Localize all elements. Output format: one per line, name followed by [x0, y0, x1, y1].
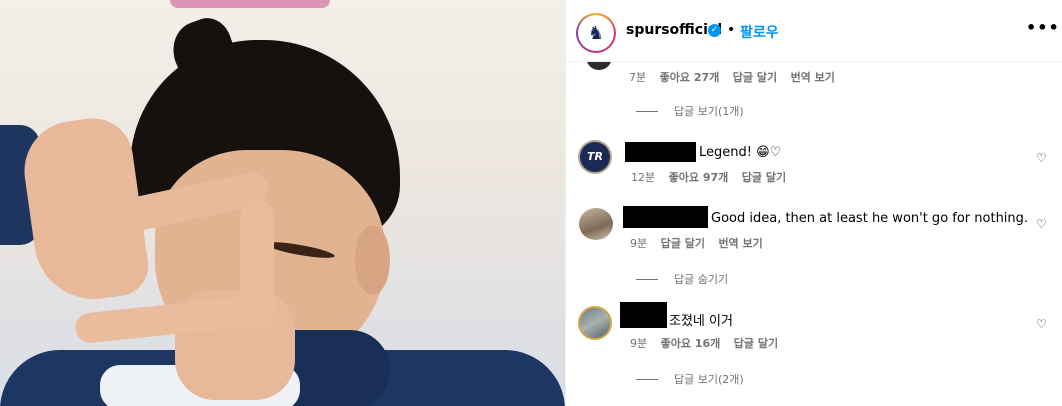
- view-replies-button[interactable]: 답글 보기(2개): [636, 371, 744, 387]
- more-options-icon[interactable]: •••: [1026, 18, 1060, 37]
- comment-time: 12분: [631, 171, 656, 184]
- comment-likes[interactable]: 좋아요 16개: [661, 337, 721, 350]
- comment-meta: 7분 좋아요 27개 답글 달기 번역 보기: [629, 69, 845, 85]
- follow-button[interactable]: 팔로우: [740, 22, 779, 42]
- image-shape: [170, 0, 330, 8]
- redacted-username: [623, 206, 708, 228]
- comment-meta: 9분 좋아요 16개 답글 달기: [630, 335, 788, 351]
- post-header: ♞ spursofficial ✓ • 팔로우 •••: [566, 0, 1062, 62]
- comment-likes[interactable]: 좋아요 27개: [660, 71, 720, 84]
- view-replies-label: 답글 보기(1개): [674, 105, 744, 118]
- comment-meta: 9분 답글 달기 번역 보기: [630, 235, 773, 251]
- account-avatar[interactable]: ♞: [576, 13, 616, 53]
- commenter-avatar[interactable]: [578, 306, 612, 340]
- comment-time: 9분: [630, 237, 648, 250]
- comments-panel: ♞ spursofficial ✓ • 팔로우 ••• 7분 좋아요 27개 답…: [565, 0, 1062, 406]
- image-shape: [355, 225, 390, 295]
- reply-button[interactable]: 답글 달기: [734, 337, 778, 350]
- separator-dot: •: [727, 22, 736, 38]
- comment-text: Good idea, then at least he won't go for…: [711, 211, 1029, 226]
- comment-meta: 12분 좋아요 97개 답글 달기: [631, 169, 796, 185]
- like-comment-icon[interactable]: ♡: [1036, 217, 1047, 231]
- redacted-username: [620, 302, 667, 328]
- view-replies-label: 답글 보기(2개): [674, 373, 744, 386]
- like-comment-icon[interactable]: ♡: [1036, 317, 1047, 331]
- redacted-username: [625, 142, 696, 162]
- comment-time: 9분: [630, 337, 648, 350]
- post-image: [0, 0, 565, 406]
- verified-badge-icon: ✓: [708, 24, 721, 37]
- reply-button[interactable]: 답글 달기: [661, 237, 705, 250]
- commenter-avatar-mark: TR: [587, 150, 603, 163]
- commenter-avatar[interactable]: TR: [578, 140, 612, 174]
- comment-list: 7분 좋아요 27개 답글 달기 번역 보기 답글 보기(1개) TR Lege…: [566, 62, 1062, 406]
- commenter-avatar[interactable]: [586, 62, 612, 70]
- hide-replies-button[interactable]: 답글 숨기기: [636, 271, 728, 287]
- view-replies-button[interactable]: 답글 보기(1개): [636, 103, 744, 119]
- translate-button[interactable]: 번역 보기: [718, 237, 762, 250]
- comment-time: 7분: [629, 71, 647, 84]
- like-comment-icon[interactable]: ♡: [1036, 151, 1047, 165]
- comment-text: 조졌네 이거: [669, 314, 733, 329]
- comment-likes[interactable]: 좋아요 97개: [669, 171, 729, 184]
- translate-button[interactable]: 번역 보기: [791, 71, 835, 84]
- reply-button[interactable]: 답글 달기: [742, 171, 786, 184]
- reply-button[interactable]: 답글 달기: [733, 71, 777, 84]
- spurs-logo-icon: ♞: [587, 22, 605, 44]
- comment-text: Legend! 😁♡: [699, 145, 782, 160]
- hide-replies-label: 답글 숨기기: [674, 273, 729, 286]
- commenter-avatar[interactable]: [579, 208, 613, 240]
